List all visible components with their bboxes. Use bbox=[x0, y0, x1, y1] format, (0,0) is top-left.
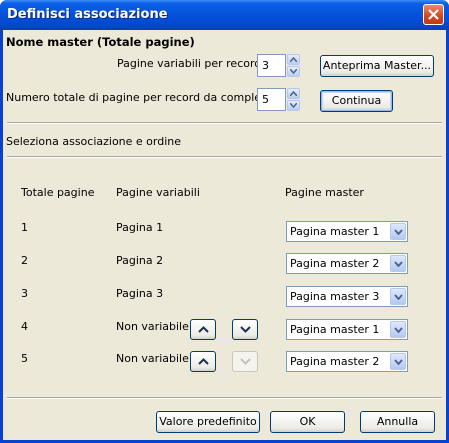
dropdown-arrow-button[interactable] bbox=[390, 321, 406, 338]
mapping-section-label: Seleziona associazione e ordine bbox=[6, 135, 182, 148]
master-page-select-2[interactable]: Pagina master 2 bbox=[286, 253, 408, 274]
total-pages-field[interactable]: 5 bbox=[257, 88, 286, 111]
move-down-icon bbox=[240, 358, 251, 365]
cancel-button[interactable]: Annulla bbox=[360, 411, 435, 433]
move-down-icon bbox=[240, 326, 251, 333]
row-total-5: 5 bbox=[21, 352, 28, 365]
close-icon bbox=[428, 9, 439, 20]
default-value-button[interactable]: Valore predefinito bbox=[156, 411, 260, 433]
chevron-down-icon bbox=[394, 359, 403, 365]
chevron-up-icon bbox=[290, 57, 297, 62]
dialog-window: Definisci associazione Nome master (Tota… bbox=[0, 0, 449, 443]
chevron-up-icon bbox=[290, 91, 297, 96]
move-up-button-5[interactable] bbox=[190, 351, 216, 372]
total-pages-stepper[interactable]: 5 bbox=[257, 88, 301, 111]
column-header-variable: Pagine variabili bbox=[116, 186, 200, 199]
move-up-button-4[interactable] bbox=[190, 319, 216, 340]
column-header-total: Totale pagine bbox=[21, 186, 95, 199]
row-variable-1: Pagina 1 bbox=[116, 221, 164, 234]
row-variable-4: Non variabile bbox=[116, 320, 189, 333]
master-page-select-value: Pagina master 1 bbox=[290, 225, 380, 238]
row-variable-5: Non variabile bbox=[116, 352, 189, 365]
dropdown-arrow-button[interactable] bbox=[390, 353, 406, 370]
preview-master-button[interactable]: Anteprima Master... bbox=[320, 55, 434, 77]
chevron-down-icon bbox=[394, 261, 403, 267]
chevron-down-icon bbox=[290, 103, 297, 108]
variable-pages-label: Pagine variabili per record: bbox=[117, 57, 265, 70]
master-page-select-5[interactable]: Pagina master 2 bbox=[286, 351, 408, 372]
dialog-body: Nome master (Totale pagine) Pagine varia… bbox=[3, 30, 446, 440]
chevron-down-icon bbox=[290, 69, 297, 74]
section-title: Nome master (Totale pagine) bbox=[6, 35, 195, 49]
move-up-icon bbox=[198, 358, 209, 365]
row-total-1: 1 bbox=[21, 221, 28, 234]
total-pages-up-button[interactable] bbox=[287, 88, 300, 99]
variable-pages-field[interactable]: 3 bbox=[257, 54, 286, 77]
chevron-down-icon bbox=[394, 294, 403, 300]
dropdown-arrow-button[interactable] bbox=[390, 288, 406, 305]
close-button[interactable] bbox=[423, 4, 444, 25]
move-down-button-4[interactable] bbox=[232, 319, 258, 340]
master-page-select-value: Pagina master 1 bbox=[290, 323, 380, 336]
move-up-icon bbox=[198, 326, 209, 333]
master-page-select-3[interactable]: Pagina master 3 bbox=[286, 286, 408, 307]
row-variable-2: Pagina 2 bbox=[116, 254, 164, 267]
separator bbox=[7, 156, 442, 158]
move-down-button-5[interactable] bbox=[232, 351, 258, 372]
dropdown-arrow-button[interactable] bbox=[390, 255, 406, 272]
window-title: Definisci associazione bbox=[7, 7, 168, 22]
total-pages-label: Numero totale di pagine per record da co… bbox=[6, 91, 287, 104]
master-page-select-1[interactable]: Pagina master 1 bbox=[286, 221, 408, 242]
continue-button[interactable]: Continua bbox=[320, 90, 393, 112]
dropdown-arrow-button[interactable] bbox=[390, 223, 406, 240]
row-variable-3: Pagina 3 bbox=[116, 287, 164, 300]
row-total-4: 4 bbox=[21, 320, 28, 333]
row-total-3: 3 bbox=[21, 287, 28, 300]
total-pages-down-button[interactable] bbox=[287, 100, 300, 111]
variable-pages-up-button[interactable] bbox=[287, 54, 300, 65]
master-page-select-4[interactable]: Pagina master 1 bbox=[286, 319, 408, 340]
separator bbox=[7, 397, 442, 399]
master-page-select-value: Pagina master 2 bbox=[290, 355, 380, 368]
chevron-down-icon bbox=[394, 327, 403, 333]
chevron-down-icon bbox=[394, 229, 403, 235]
row-total-2: 2 bbox=[21, 254, 28, 267]
variable-pages-stepper[interactable]: 3 bbox=[257, 54, 301, 77]
column-header-master: Pagine master bbox=[285, 186, 364, 199]
title-bar[interactable]: Definisci associazione bbox=[0, 0, 449, 30]
ok-button[interactable]: OK bbox=[270, 411, 345, 433]
master-page-select-value: Pagina master 2 bbox=[290, 257, 380, 270]
variable-pages-down-button[interactable] bbox=[287, 66, 300, 77]
separator bbox=[7, 122, 442, 124]
master-page-select-value: Pagina master 3 bbox=[290, 290, 380, 303]
